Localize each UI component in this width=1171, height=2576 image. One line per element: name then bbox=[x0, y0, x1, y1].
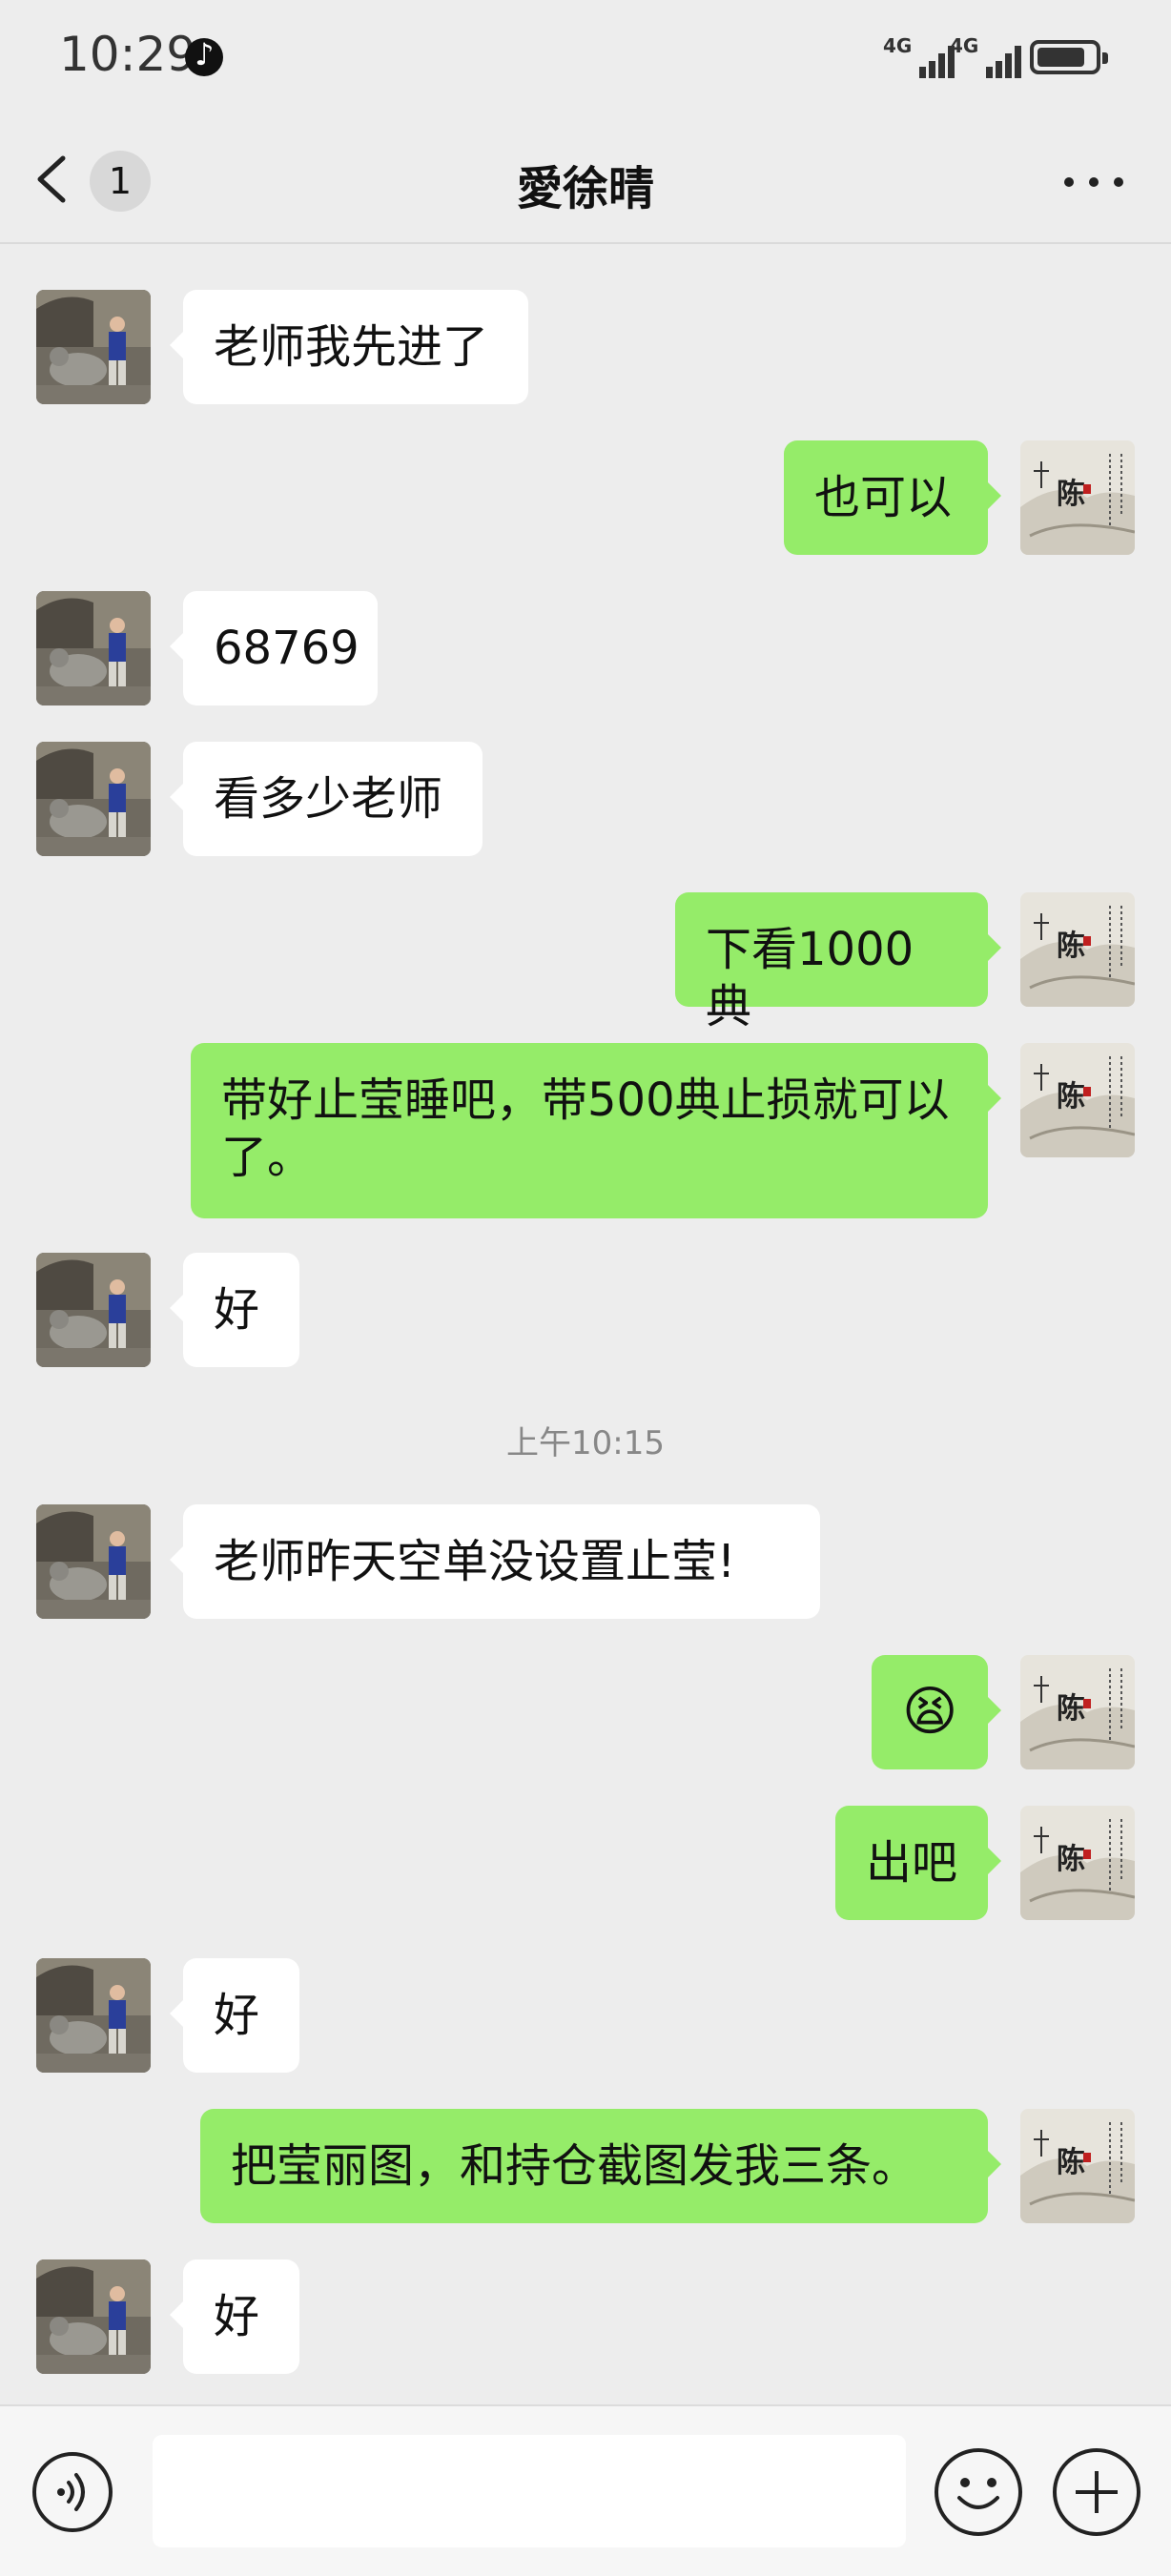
my-avatar[interactable]: 陈 bbox=[1020, 440, 1135, 555]
voice-icon[interactable] bbox=[32, 2452, 113, 2532]
tiktok-icon bbox=[185, 36, 223, 76]
message-text: 也可以 bbox=[814, 471, 953, 524]
svg-text:陈: 陈 bbox=[1057, 930, 1085, 963]
contact-avatar[interactable] bbox=[36, 290, 151, 404]
message-row: 看多少老师 bbox=[0, 742, 1171, 856]
sent-message-bubble[interactable]: 把莹丽图，和持仓截图发我三条。 bbox=[200, 2109, 1001, 2223]
message-text: 老师昨天空单没设置止莹! bbox=[214, 1535, 736, 1588]
message-text: 看多少老师 bbox=[214, 772, 443, 826]
svg-text:陈: 陈 bbox=[1057, 2146, 1085, 2179]
svg-text:陈: 陈 bbox=[1057, 478, 1085, 511]
received-message-bubble[interactable]: 68769 bbox=[170, 591, 378, 705]
received-message-bubble[interactable]: 看多少老师 bbox=[170, 742, 483, 856]
my-avatar[interactable]: 陈 bbox=[1020, 1806, 1135, 1920]
contact-avatar[interactable] bbox=[36, 2259, 151, 2374]
svg-text:陈: 陈 bbox=[1057, 1843, 1085, 1876]
sent-message-bubble[interactable]: 下看1000典 bbox=[675, 892, 1001, 1033]
received-message-bubble[interactable]: 好 bbox=[170, 1958, 299, 2073]
my-avatar[interactable]: 陈 bbox=[1020, 892, 1135, 1007]
signal-icon: 4G bbox=[950, 34, 1021, 78]
status-time: 10:29 bbox=[59, 27, 197, 82]
message-text: 好 bbox=[214, 1989, 260, 2042]
signal-label: 4G bbox=[883, 34, 913, 57]
message-text: 下看1000典 bbox=[706, 923, 914, 1033]
my-avatar[interactable]: 陈 bbox=[1020, 1043, 1135, 1157]
message-text: 好 bbox=[214, 2290, 260, 2343]
contact-avatar[interactable] bbox=[36, 1504, 151, 1619]
message-row: 陈 😫 bbox=[0, 1655, 1171, 1769]
received-message-bubble[interactable]: 老师我先进了 bbox=[170, 290, 528, 404]
message-row: 陈 带好止莹睡吧，带500典止损就可以了。 bbox=[0, 1043, 1171, 1218]
message-text: 好 bbox=[214, 1283, 260, 1337]
message-row: 陈 下看1000典 bbox=[0, 892, 1171, 1033]
more-dots-icon[interactable] bbox=[1064, 162, 1133, 200]
timestamp: 上午10:15 bbox=[506, 1424, 665, 1462]
my-avatar[interactable]: 陈 bbox=[1020, 1655, 1135, 1769]
message-text: 老师我先进了 bbox=[214, 320, 489, 374]
sent-message-bubble[interactable]: 😫 bbox=[872, 1655, 1001, 1769]
emoji-icon[interactable] bbox=[935, 2448, 1022, 2536]
message-row: 好 bbox=[0, 1253, 1171, 1367]
svg-text:陈: 陈 bbox=[1057, 1080, 1085, 1114]
message-text: 出吧 bbox=[866, 1836, 958, 1890]
chat-title: 愛徐晴 bbox=[516, 162, 654, 215]
emoji-sticker: 😫 bbox=[902, 1681, 958, 1743]
message-row: 陈 把莹丽图，和持仓截图发我三条。 bbox=[0, 2109, 1171, 2223]
my-avatar[interactable]: 陈 bbox=[1020, 2109, 1135, 2223]
message-row: 老师我先进了 bbox=[0, 290, 1171, 404]
signal-label: 4G bbox=[950, 34, 979, 57]
message-row: 68769 bbox=[0, 591, 1171, 705]
chat-header: 1 愛徐晴 bbox=[0, 114, 1171, 244]
plus-icon[interactable] bbox=[1053, 2448, 1140, 2536]
contact-avatar[interactable] bbox=[36, 1958, 151, 2073]
message-row: 老师昨天空单没设置止莹! bbox=[0, 1504, 1171, 1619]
signal-icon: 4G bbox=[883, 34, 955, 78]
message-row: 好 bbox=[0, 2259, 1171, 2374]
contact-avatar[interactable] bbox=[36, 1253, 151, 1367]
status-bar: 10:29 4G 4G bbox=[0, 0, 1171, 114]
message-input[interactable] bbox=[153, 2435, 906, 2547]
sent-message-bubble[interactable]: 带好止莹睡吧，带500典止损就可以了。 bbox=[191, 1043, 1001, 1218]
message-row: 陈 出吧 bbox=[0, 1806, 1171, 1920]
contact-avatar[interactable] bbox=[36, 591, 151, 705]
message-text: 68769 bbox=[214, 622, 360, 675]
input-bar bbox=[0, 2404, 1171, 2576]
message-row: 陈 也可以 bbox=[0, 440, 1171, 555]
message-row: 好 bbox=[0, 1958, 1171, 2073]
received-message-bubble[interactable]: 好 bbox=[170, 2259, 299, 2374]
received-message-bubble[interactable]: 好 bbox=[170, 1253, 299, 1367]
contact-avatar[interactable] bbox=[36, 742, 151, 856]
sent-message-bubble[interactable]: 出吧 bbox=[835, 1806, 1001, 1920]
battery-icon bbox=[1030, 40, 1108, 74]
message-text: 带好止莹睡吧，带500典止损就可以了。 bbox=[221, 1073, 950, 1184]
message-text: 把莹丽图，和持仓截图发我三条。 bbox=[231, 2139, 918, 2193]
sent-message-bubble[interactable]: 也可以 bbox=[784, 440, 1001, 555]
received-message-bubble[interactable]: 老师昨天空单没设置止莹! bbox=[170, 1504, 820, 1619]
svg-text:陈: 陈 bbox=[1057, 1692, 1085, 1726]
